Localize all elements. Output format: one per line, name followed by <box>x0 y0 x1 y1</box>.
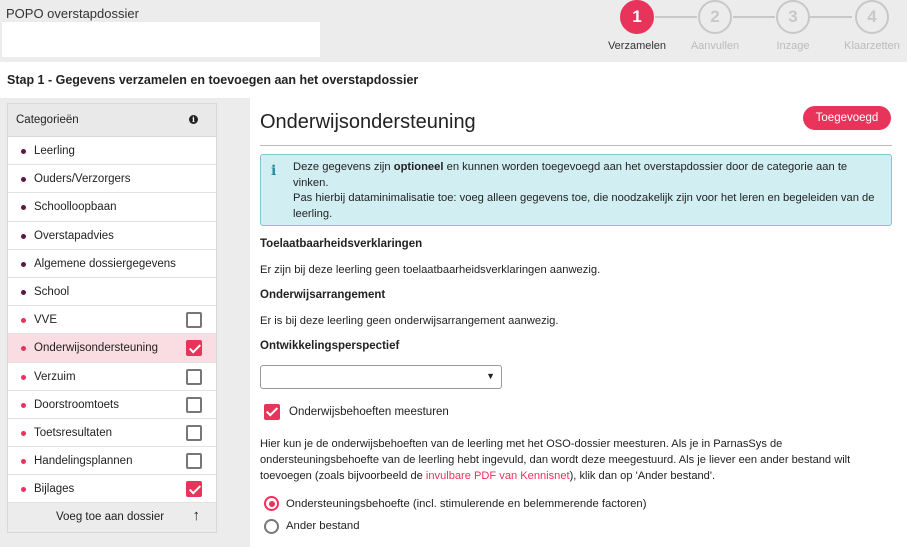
arrow-up-icon: ↑ <box>192 507 201 525</box>
sidebar-item-label: School <box>34 285 70 298</box>
main-panel: Onderwijsondersteuning Toegevoegd i Deze… <box>250 98 907 547</box>
info-text-bold: optioneel <box>393 161 444 173</box>
step-2[interactable]: 2 Aanvullen <box>681 0 749 52</box>
category-checkbox[interactable] <box>186 396 202 413</box>
step-label: Aanvullen <box>690 40 740 52</box>
add-to-dossier-button[interactable]: Voeg toe aan dossier ↑ <box>8 503 216 533</box>
sidebar-item[interactable]: Doorstroomtoets <box>8 391 216 419</box>
sidebar-item[interactable]: Overstapadvies <box>8 222 216 250</box>
info-alert: i Deze gegevens zijn optioneel en kunnen… <box>260 154 892 226</box>
bullet-dot-icon <box>21 318 26 324</box>
bullet-dot-icon <box>21 374 26 380</box>
sidebar-item[interactable]: Algemene dossiergegevens <box>8 250 216 278</box>
sidebar-item[interactable]: Schoolloopbaan <box>8 193 216 222</box>
chevron-down-icon: ▼ <box>486 371 495 381</box>
step-number: 1 <box>620 0 654 34</box>
bullet-dot-icon <box>21 459 26 465</box>
sidebar-item-label: Leerling <box>34 145 75 157</box>
step-heading: Stap 1 - Gegevens verzamelen en toevoege… <box>7 73 419 87</box>
title-divider <box>260 145 892 146</box>
sidebar-item[interactable]: Handelingsplannen <box>8 447 216 476</box>
bullet-dot-icon <box>21 205 26 211</box>
info-icon[interactable]: i <box>189 115 198 124</box>
bullet-dot-icon <box>21 430 26 436</box>
step-number: 2 <box>698 0 732 34</box>
radio-ondersteuningsbehoefte[interactable] <box>264 496 279 511</box>
sidebar-item[interactable]: School <box>8 278 216 307</box>
section-text-toelaatbaarheid: Er zijn bij deze leerling geen toelaatba… <box>260 264 601 276</box>
bullet-dot-icon <box>21 487 26 493</box>
sidebar-item-label: Doorstroomtoets <box>34 398 120 411</box>
step-1[interactable]: 1 Verzamelen <box>603 0 671 52</box>
added-button[interactable]: Toegevoegd <box>803 106 891 130</box>
info-text-pre: Deze gegevens zijn <box>293 161 394 173</box>
kennisnet-pdf-link[interactable]: invulbare PDF van Kennisnet <box>426 470 570 482</box>
radio-ander-bestand[interactable] <box>264 519 279 534</box>
radio-label-ander-bestand: Ander bestand <box>286 520 360 532</box>
sidebar-item[interactable]: Onderwijsondersteuning <box>8 334 216 363</box>
app-title: POPO overstapdossier <box>6 6 139 21</box>
top-bar: POPO overstapdossier 1 Verzamelen 2 Aanv… <box>0 0 907 62</box>
sidebar-item-label: Schoolloopbaan <box>34 201 117 214</box>
add-to-dossier-label: Voeg toe aan dossier <box>56 511 165 524</box>
info-text-line2: Pas hierbij dataminimalisatie toe: voeg … <box>293 192 875 220</box>
category-checkbox[interactable] <box>186 340 202 357</box>
sidebar-item-label: Overstapadvies <box>34 229 114 242</box>
sidebar-item[interactable]: Verzuim <box>8 363 216 391</box>
sidebar-item-label: Onderwijsondersteuning <box>34 342 159 355</box>
needs-description: Hier kun je de onderwijsbehoeften van de… <box>260 436 895 484</box>
title-white-box <box>2 22 320 57</box>
sidebar-item-label: Ouders/Verzorgers <box>34 173 131 186</box>
category-checkbox[interactable] <box>186 424 202 441</box>
bullet-dot-icon <box>21 261 26 267</box>
send-needs-checkbox[interactable] <box>264 404 280 420</box>
section-text-arrangement: Er is bij deze leerling geen onderwijsar… <box>260 315 559 327</box>
bullet-dot-icon <box>21 177 26 183</box>
sidebar-item[interactable]: VVE <box>8 306 216 335</box>
step-number: 4 <box>855 0 889 34</box>
sidebar-item[interactable]: Toetsresultaten <box>8 419 216 448</box>
bullet-dot-icon <box>21 233 26 239</box>
category-sidebar: Categorieën i Leerling Ouders/Verzorgers S… <box>7 103 217 534</box>
send-needs-label: Onderwijsbehoeften meesturen <box>289 406 449 418</box>
needs-description-post: ), klik dan op 'Ander bestand'. <box>569 470 716 482</box>
step-4[interactable]: 4 Klaarzetten <box>838 0 906 52</box>
sidebar-header-label: Categorieën <box>16 114 79 126</box>
section-title-ontwikkelingsperspectief: Ontwikkelingsperspectief <box>260 340 400 352</box>
sidebar-item-label: Bijlages <box>34 483 75 496</box>
sidebar-item[interactable]: Leerling <box>8 137 216 166</box>
page-title: Onderwijsondersteuning <box>260 111 476 133</box>
sidebar-items: Leerling Ouders/Verzorgers Schoolloopbaan O… <box>8 137 216 504</box>
info-text: Deze gegevens zijn optioneel en kunnen w… <box>293 160 883 222</box>
step-number: 3 <box>776 0 810 34</box>
step-label: Verzamelen <box>607 40 667 52</box>
bullet-dot-icon <box>21 149 26 154</box>
category-checkbox[interactable] <box>186 453 202 470</box>
sidebar-header: Categorieën i <box>8 104 216 137</box>
bullet-dot-icon <box>21 402 26 408</box>
bullet-dot-icon <box>21 346 26 352</box>
sidebar-item-label: Algemene dossiergegevens <box>34 257 176 270</box>
radio-label-ondersteuningsbehoefte: Ondersteuningsbehoefte (incl. stimuleren… <box>286 498 647 510</box>
bullet-dot-icon <box>21 289 26 295</box>
ontwikkelingsperspectief-select[interactable]: ▼ <box>260 365 502 389</box>
info-icon: i <box>271 163 277 179</box>
sidebar-item[interactable]: Ouders/Verzorgers <box>8 165 216 194</box>
section-title-arrangement: Onderwijsarrangement <box>260 289 386 301</box>
sidebar-item-label: Handelingsplannen <box>34 455 133 468</box>
sidebar-item-label: Verzuim <box>34 370 76 383</box>
category-checkbox[interactable] <box>186 312 202 329</box>
sidebar-item[interactable]: Bijlages <box>8 475 216 504</box>
step-3[interactable]: 3 Inzage <box>759 0 827 52</box>
step-label: Klaarzetten <box>844 40 900 52</box>
section-title-toelaatbaarheid: Toelaatbaarheidsverklaringen <box>260 238 423 250</box>
category-checkbox[interactable] <box>186 368 202 385</box>
step-label: Inzage <box>776 40 810 52</box>
sidebar-item-label: Toetsresultaten <box>34 426 112 439</box>
step-heading-row: Stap 1 - Gegevens verzamelen en toevoege… <box>0 62 907 98</box>
category-checkbox[interactable] <box>186 481 202 498</box>
sidebar-item-label: VVE <box>34 314 58 327</box>
